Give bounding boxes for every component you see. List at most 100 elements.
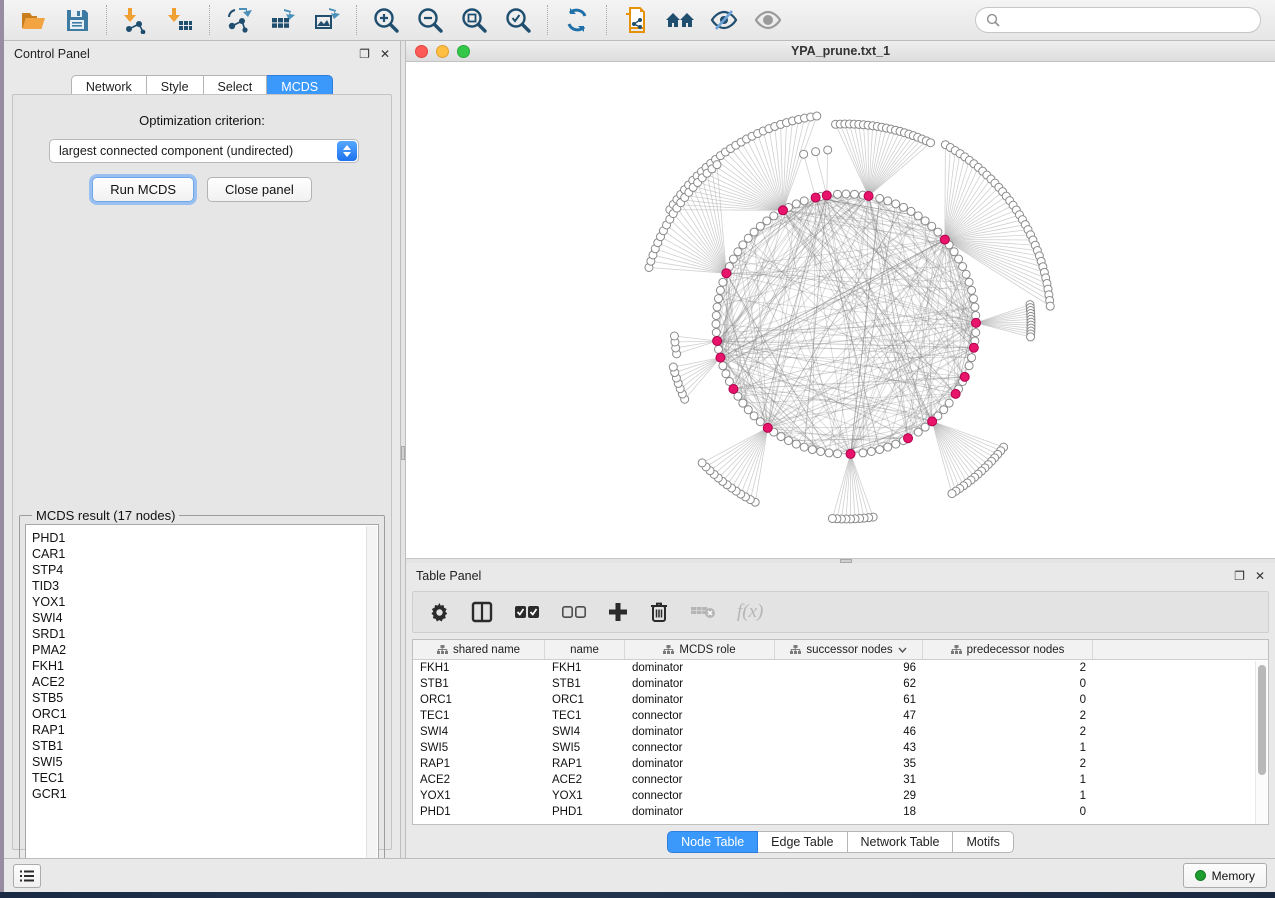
table-row[interactable]: RAP1RAP1dominator352 [413,756,1268,772]
select-all-columns-icon[interactable] [514,605,540,619]
table-cell: connector [625,790,775,802]
list-item[interactable]: PMA2 [32,642,378,658]
table-row[interactable]: SWI4SWI4dominator462 [413,724,1268,740]
list-item[interactable]: SRD1 [32,626,378,642]
list-item[interactable]: SWI4 [32,610,378,626]
network-view-title: YPA_prune.txt_1 [791,44,890,58]
column-header[interactable]: shared name [413,640,545,659]
column-header[interactable]: MCDS role [625,640,775,659]
table-cell: 61 [775,694,923,706]
list-item[interactable]: TID3 [32,578,378,594]
close-panel-button[interactable]: Close panel [207,177,312,202]
run-mcds-button[interactable]: Run MCDS [92,177,194,202]
table-cell: 1 [923,742,1093,754]
network-graph[interactable] [406,62,1275,558]
list-item[interactable]: PHD1 [32,530,378,546]
table-cell: 46 [775,726,923,738]
table-settings-icon[interactable] [429,602,450,623]
close-panel-icon[interactable]: ✕ [1255,570,1265,582]
zoom-in-icon[interactable] [371,5,401,35]
column-header[interactable]: name [545,640,625,659]
control-panel-title: Control Panel [14,47,90,61]
tab-edge-table[interactable]: Edge Table [758,831,847,853]
close-window-icon[interactable] [415,45,428,58]
close-panel-icon[interactable]: ✕ [380,48,390,60]
table-row[interactable]: SWI5SWI5connector431 [413,740,1268,756]
table-cell: SWI4 [413,726,545,738]
memory-status-icon [1195,870,1206,881]
list-item[interactable]: ORC1 [32,706,378,722]
table-cell: SWI5 [413,742,545,754]
table-cell: 2 [923,662,1093,674]
table-row[interactable]: TEC1TEC1connector472 [413,708,1268,724]
import-table-icon[interactable] [165,5,195,35]
first-neighbors-icon[interactable] [665,5,695,35]
table-row[interactable]: PHD1PHD1dominator180 [413,804,1268,820]
show-all-icon[interactable] [753,5,783,35]
mcds-result-list[interactable]: PHD1CAR1STP4TID3YOX1SWI4SRD1PMA2FKH1ACE2… [25,524,379,876]
table-row[interactable]: ORC1ORC1dominator610 [413,692,1268,708]
list-item[interactable]: GCR1 [32,786,378,802]
table-row[interactable]: ACE2ACE2connector311 [413,772,1268,788]
maximize-window-icon[interactable] [457,45,470,58]
new-network-from-selection-icon[interactable] [621,5,651,35]
show-columns-icon[interactable] [471,601,493,623]
list-item[interactable]: CAR1 [32,546,378,562]
delete-columns-icon[interactable] [649,601,669,623]
splitter-grip[interactable] [401,446,405,460]
save-session-icon[interactable] [62,5,92,35]
search-box[interactable] [975,7,1261,33]
table-row[interactable]: FKH1FKH1dominator962 [413,660,1268,676]
column-header[interactable]: predecessor nodes [923,640,1093,659]
zoom-out-icon[interactable] [415,5,445,35]
tab-network-table[interactable]: Network Table [848,831,954,853]
list-item[interactable]: RAP1 [32,722,378,738]
table-row[interactable]: STB1STB1dominator620 [413,676,1268,692]
table-tabs: Node Table Edge Table Network Table Moti… [406,831,1275,853]
export-network-icon[interactable] [224,5,254,35]
task-history-button[interactable] [13,864,41,888]
list-item[interactable]: SWI5 [32,754,378,770]
tab-motifs[interactable]: Motifs [953,831,1013,853]
table-cell: TEC1 [413,710,545,722]
network-canvas[interactable] [406,62,1275,558]
mcds-list-scrollbar[interactable] [366,526,377,874]
minimize-window-icon[interactable] [436,45,449,58]
float-panel-icon[interactable]: ❐ [359,48,370,60]
table-cell: 2 [923,710,1093,722]
node-table[interactable]: shared namenameMCDS rolesuccessor nodesp… [412,639,1269,825]
import-network-icon[interactable] [121,5,151,35]
list-item[interactable]: STB1 [32,738,378,754]
network-view-titlebar: YPA_prune.txt_1 [406,41,1275,62]
list-item[interactable]: STP4 [32,562,378,578]
zoom-selected-icon[interactable] [503,5,533,35]
scrollbar-thumb[interactable] [1258,665,1266,775]
float-panel-icon[interactable]: ❐ [1234,570,1245,582]
export-table-icon[interactable] [268,5,298,35]
list-item[interactable]: STB5 [32,690,378,706]
export-image-icon[interactable] [312,5,342,35]
unselect-all-columns-icon[interactable] [561,605,587,619]
table-toolbar: f(x) [412,591,1269,633]
open-file-icon[interactable] [18,5,48,35]
table-scrollbar[interactable] [1255,661,1267,825]
search-input[interactable] [1006,13,1250,27]
refresh-icon[interactable] [562,5,592,35]
table-row[interactable]: YOX1YOX1connector291 [413,788,1268,804]
tab-node-table[interactable]: Node Table [667,831,758,853]
table-cell: 2 [923,726,1093,738]
list-item[interactable]: FKH1 [32,658,378,674]
table-cell: 35 [775,758,923,770]
function-builder-icon: f(x) [737,601,763,623]
list-item[interactable]: YOX1 [32,594,378,610]
table-cell: dominator [625,662,775,674]
memory-button[interactable]: Memory [1183,863,1267,888]
add-column-icon[interactable] [608,602,628,622]
list-item[interactable]: TEC1 [32,770,378,786]
table-cell: YOX1 [545,790,625,802]
list-item[interactable]: ACE2 [32,674,378,690]
column-header[interactable]: successor nodes [775,640,923,659]
hide-selected-icon[interactable] [709,5,739,35]
zoom-fit-icon[interactable] [459,5,489,35]
optimization-criterion-select[interactable]: largest connected component (undirected) [49,139,359,163]
